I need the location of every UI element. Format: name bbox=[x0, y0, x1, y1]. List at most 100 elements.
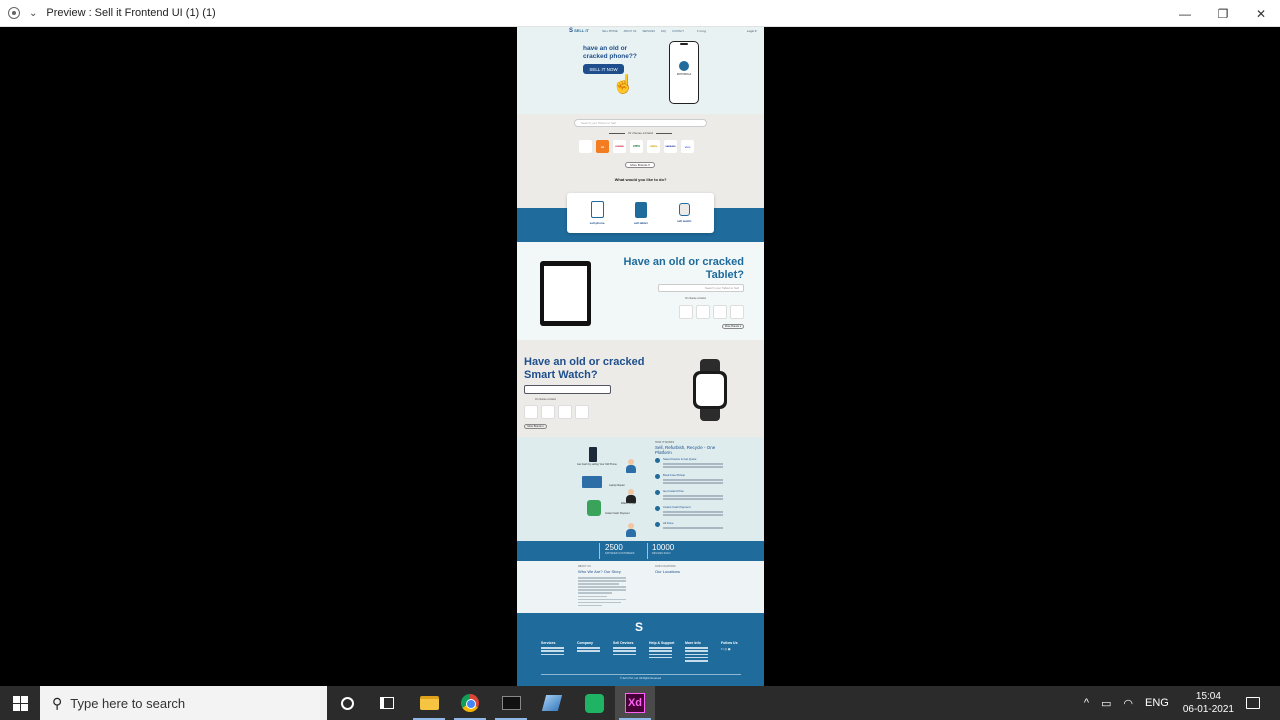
actions-card: sell phone sell tablet sell watch bbox=[567, 193, 714, 233]
process-step: All Done bbox=[655, 521, 755, 529]
brand-chip[interactable] bbox=[730, 305, 744, 319]
cortana-button[interactable] bbox=[327, 686, 367, 720]
watch-search-input[interactable] bbox=[524, 385, 611, 394]
wifi-icon[interactable]: ◠ bbox=[1123, 697, 1133, 710]
close-button[interactable]: ✕ bbox=[1242, 0, 1280, 27]
cortana-icon bbox=[340, 696, 354, 710]
language-indicator[interactable]: ENG bbox=[1145, 697, 1169, 709]
stats-divider bbox=[647, 543, 648, 559]
hero-section: S SELL IT SELL PHONE ABOUT US SERVICES F… bbox=[517, 27, 764, 114]
brand-chip[interactable] bbox=[524, 405, 538, 419]
preview-app-icon bbox=[8, 7, 20, 19]
footer-logo[interactable]: S bbox=[635, 620, 643, 634]
sell-tablet-option[interactable]: sell tablet bbox=[633, 201, 648, 225]
brand-chip[interactable] bbox=[713, 305, 727, 319]
tablet-more-brands-button[interactable]: More Brands ▾ bbox=[722, 324, 744, 329]
search-icon: ⚲ bbox=[52, 694, 63, 711]
process-steps: Select Device & Get Quote Book Free Pick… bbox=[655, 457, 755, 534]
nav-item[interactable]: SERVICES bbox=[642, 30, 655, 33]
process-step: Instant Cash Payment bbox=[655, 505, 755, 516]
taskbar-search-placeholder: Type here to search bbox=[70, 695, 186, 711]
minimize-button[interactable]: — bbox=[1166, 0, 1204, 27]
brand-apple[interactable] bbox=[579, 140, 592, 153]
more-brands-button[interactable]: More Brands ▾ bbox=[625, 162, 655, 168]
phone-illustration: MOTOROLA bbox=[669, 41, 699, 104]
sell-watch-option[interactable]: sell watch bbox=[677, 203, 691, 223]
brand-chip[interactable] bbox=[696, 305, 710, 319]
task-view-button[interactable] bbox=[367, 686, 407, 720]
sell-it-now-button[interactable]: SELL IT NOW bbox=[583, 64, 624, 74]
footer-col-sell-devices: Sell Devices bbox=[613, 641, 646, 663]
tablet-illustration bbox=[540, 261, 591, 326]
hero-question: have an old or cracked phone?? bbox=[583, 45, 637, 60]
about-text bbox=[578, 577, 626, 608]
laptop-icon bbox=[582, 476, 602, 488]
login-link[interactable]: Login ▾ bbox=[747, 29, 757, 33]
check-icon bbox=[655, 490, 660, 495]
chevron-down-icon[interactable]: ⌄ bbox=[29, 8, 37, 19]
cash-icon bbox=[587, 500, 601, 516]
task-view-icon bbox=[380, 697, 394, 709]
process-step: Get Instant Price bbox=[655, 489, 755, 500]
adobe-xd-button[interactable]: Xd bbox=[615, 686, 655, 720]
site-logo[interactable]: S SELL IT bbox=[569, 28, 589, 34]
sell-tablet-label: sell tablet bbox=[633, 220, 648, 225]
nav-item[interactable]: FAQ bbox=[661, 30, 666, 33]
phone-search-input[interactable]: Search your Phone to Sell bbox=[574, 119, 707, 127]
brand-samsung[interactable]: SAMSUNG bbox=[664, 140, 677, 153]
smart-watch-illustration bbox=[693, 359, 727, 421]
chat-app-button[interactable] bbox=[574, 686, 614, 720]
about-section: ABOUT US Who We Are? Our Story OUR LOCAT… bbox=[517, 561, 764, 613]
maximize-button[interactable]: ❐ bbox=[1204, 0, 1242, 27]
brand-chip[interactable] bbox=[541, 405, 555, 419]
brand-realme[interactable]: realme bbox=[647, 140, 660, 153]
brand-chip[interactable] bbox=[679, 305, 693, 319]
chat-app-icon bbox=[584, 693, 604, 713]
chrome-icon bbox=[461, 694, 479, 712]
process-step: Select Device & Get Quote bbox=[655, 457, 755, 468]
check-icon bbox=[655, 522, 660, 527]
brand-huawei[interactable]: HUAWEI bbox=[613, 140, 626, 153]
watch-more-brands-button[interactable]: More Brands ▾ bbox=[524, 424, 547, 429]
apple-logo-icon bbox=[544, 266, 587, 321]
artboard[interactable]: S SELL IT SELL PHONE ABOUT US SERVICES F… bbox=[517, 27, 764, 686]
terminal-button[interactable] bbox=[491, 686, 531, 720]
footer-col-services: Services bbox=[541, 641, 574, 663]
clock-date: 06-01-2021 bbox=[1182, 704, 1234, 715]
pencil-app-button[interactable] bbox=[532, 686, 572, 720]
brand-chip[interactable] bbox=[558, 405, 572, 419]
chrome-button[interactable] bbox=[450, 686, 490, 720]
check-icon bbox=[655, 506, 660, 511]
taskbar-clock[interactable]: 15:04 06-01-2021 bbox=[1183, 690, 1234, 716]
brand-oppo[interactable]: OPPO bbox=[630, 140, 643, 153]
watch-heading: Have an old or cracked Smart Watch? bbox=[524, 356, 645, 381]
apple-logo-icon bbox=[696, 374, 724, 406]
sell-phone-option[interactable]: sell phone bbox=[590, 201, 605, 225]
footer-social-icons[interactable]: f t ◎ ▣ bbox=[721, 647, 754, 651]
phone-icon bbox=[590, 201, 604, 218]
nav-item[interactable]: CONTACT bbox=[672, 30, 684, 33]
stat-customers: 2500 SATISFIED CUSTOMERS bbox=[605, 543, 635, 555]
file-explorer-button[interactable] bbox=[409, 686, 449, 720]
brand-vivo[interactable]: vivo bbox=[681, 140, 694, 153]
locations-title: Our Locations bbox=[655, 569, 680, 574]
nav-item[interactable]: ABOUT US bbox=[624, 30, 637, 33]
notification-icon[interactable] bbox=[1246, 697, 1260, 709]
tray-expand-icon[interactable]: ^ bbox=[1084, 697, 1089, 709]
battery-icon[interactable]: ▭ bbox=[1101, 697, 1111, 710]
brand-chip[interactable] bbox=[575, 405, 589, 419]
footer-col-company: Company bbox=[577, 641, 610, 663]
nav-item[interactable]: SELL PHONE bbox=[602, 30, 618, 33]
person-illustration bbox=[626, 523, 636, 537]
window-title: Preview : Sell it Frontend UI (1) (1) bbox=[46, 7, 216, 19]
tablet-search-input[interactable]: Search your Tablet to Sell bbox=[658, 284, 744, 292]
person-illustration bbox=[626, 459, 636, 473]
clock-time: 15:04 bbox=[1195, 691, 1221, 702]
social-icons[interactable]: f t in ig bbox=[697, 29, 706, 33]
taskbar-search-box[interactable]: ⚲ Type here to search bbox=[40, 686, 327, 720]
brand-mi[interactable]: mi bbox=[596, 140, 609, 153]
site-nav: SELL PHONE ABOUT US SERVICES FAQ CONTACT bbox=[602, 30, 684, 33]
start-button[interactable] bbox=[0, 686, 40, 720]
watch-section: Have an old or cracked Smart Watch? Or c… bbox=[517, 340, 764, 437]
stats-band: 2500 SATISFIED CUSTOMERS 10000 DEVICES S… bbox=[517, 541, 764, 561]
